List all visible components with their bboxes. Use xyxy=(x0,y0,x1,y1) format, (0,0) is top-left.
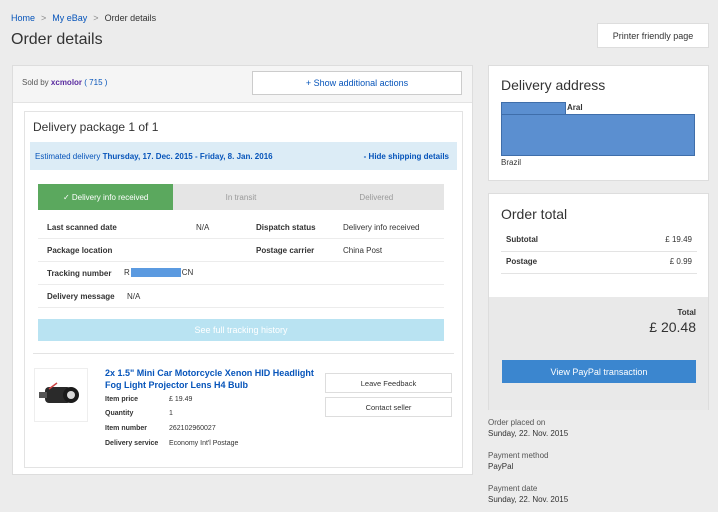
seller-bar: Sold by xcmolor ( 715 ) + Show additiona… xyxy=(13,66,472,103)
total-label: Total xyxy=(677,308,696,317)
order-total-card: Order total Subtotal £ 19.49 Postage £ 0… xyxy=(488,193,709,410)
bulb-image xyxy=(39,382,79,403)
package-title: Delivery package 1 of 1 xyxy=(33,120,159,134)
last-scanned-label: Last scanned date xyxy=(47,223,117,232)
contact-seller-button[interactable]: Contact seller xyxy=(325,397,452,417)
delivery-address-card: Delivery address Aral Brazil xyxy=(488,65,709,181)
postage-value: £ 0.99 xyxy=(669,257,692,266)
item-price: Item price £ 19.49 xyxy=(105,396,192,403)
total-value: £ 20.48 xyxy=(649,319,696,335)
sold-by-label: Sold by xyxy=(22,78,49,87)
view-paypal-transaction-button[interactable]: View PayPal transaction xyxy=(502,360,696,383)
order-placed-label: Order placed on xyxy=(488,418,546,427)
item-number-label: Item number xyxy=(105,425,148,432)
postage-carrier-value: China Post xyxy=(343,246,383,255)
tracking-number-suffix: CN xyxy=(181,268,194,277)
payment-date-value: Sunday, 22. Nov. 2015 xyxy=(488,495,569,504)
item-price-label: Item price xyxy=(105,396,139,403)
estimated-delivery-dates: Thursday, 17. Dec. 2015 - Friday, 8. Jan… xyxy=(102,152,273,161)
postage-carrier-label: Postage carrier xyxy=(256,246,315,255)
hide-shipping-details-link[interactable]: - Hide shipping details xyxy=(364,152,449,161)
package-location-label: Package location xyxy=(47,246,113,255)
order-card: Sold by xcmolor ( 715 ) + Show additiona… xyxy=(12,65,473,475)
step-in-transit: In transit xyxy=(225,192,257,202)
delivery-service-label: Delivery service xyxy=(105,440,159,447)
payment-method-label: Payment method xyxy=(488,451,549,460)
item-number: Item number 262102960027 xyxy=(105,425,216,432)
redacted-block xyxy=(501,114,695,156)
delivery-message-value: N/A xyxy=(127,292,141,301)
total-section: Total £ 20.48 View PayPal transaction xyxy=(489,297,708,410)
order-placed: Order placed on Sunday, 22. Nov. 2015 xyxy=(488,417,568,439)
step-delivered: Delivered xyxy=(359,192,394,202)
tracking-progress: ✓ Delivery info received In transit Deli… xyxy=(38,184,444,210)
payment-method: Payment method PayPal xyxy=(488,450,548,472)
payment-date-label: Payment date xyxy=(488,484,538,493)
item-number-value: 262102960027 xyxy=(169,425,216,432)
item-delivery-service: Delivery service Economy Int'l Postage xyxy=(105,440,238,447)
address-name: Aral xyxy=(567,103,583,112)
payment-date: Payment date Sunday, 22. Nov. 2015 xyxy=(488,483,568,505)
estimated-delivery-label: Estimated delivery xyxy=(35,152,101,161)
subtotal-row: Subtotal £ 19.49 xyxy=(501,229,697,252)
delivery-message-label: Delivery message xyxy=(47,292,115,301)
estimated-delivery: Estimated delivery Thursday, 17. Dec. 20… xyxy=(35,152,273,161)
breadcrumb-home[interactable]: Home xyxy=(11,13,35,23)
leave-feedback-button[interactable]: Leave Feedback xyxy=(325,373,452,393)
step-delivery-info-received: ✓ Delivery info received xyxy=(38,184,174,210)
sold-by: Sold by xcmolor ( 715 ) xyxy=(22,78,107,87)
tracking-number-prefix: R xyxy=(124,268,130,277)
details-row: Last scanned date N/A Dispatch status De… xyxy=(38,216,444,239)
last-scanned-value: N/A xyxy=(196,223,210,232)
item-thumbnail[interactable] xyxy=(34,368,88,422)
tracking-number-value: R CN xyxy=(124,268,194,278)
item-quantity-label: Quantity xyxy=(105,410,134,417)
details-row: Package location Postage carrier China P… xyxy=(38,239,444,262)
estimated-delivery-bar: Estimated delivery Thursday, 17. Dec. 20… xyxy=(30,142,457,170)
show-additional-actions-button[interactable]: + Show additional actions xyxy=(252,71,462,95)
details-row: Tracking number R CN xyxy=(38,262,444,285)
redacted-block xyxy=(130,268,181,278)
details-row: Delivery message N/A xyxy=(38,285,444,308)
item-title-link[interactable]: 2x 1.5" Mini Car Motorcycle Xenon HID He… xyxy=(105,367,315,391)
delivery-address-title: Delivery address xyxy=(501,77,606,93)
breadcrumb-current: Order details xyxy=(104,13,157,23)
delivery-package: Delivery package 1 of 1 Estimated delive… xyxy=(24,111,463,468)
item-quantity: Quantity 1 xyxy=(105,410,173,417)
breadcrumb-separator: > xyxy=(93,13,99,23)
shipping-details: Last scanned date N/A Dispatch status De… xyxy=(38,216,444,308)
see-full-tracking-history-button[interactable]: See full tracking history xyxy=(38,319,444,341)
divider xyxy=(33,353,454,354)
seller-name-link[interactable]: xcmolor xyxy=(51,78,82,87)
delivery-service-value: Economy Int'l Postage xyxy=(169,440,239,447)
payment-method-value: PayPal xyxy=(488,462,514,471)
seller-score-link[interactable]: ( 715 ) xyxy=(84,78,107,87)
breadcrumb-my-ebay[interactable]: My eBay xyxy=(52,13,87,23)
tracking-number-label: Tracking number xyxy=(47,269,112,278)
postage-row: Postage £ 0.99 xyxy=(501,251,697,274)
postage-label: Postage xyxy=(506,257,538,266)
breadcrumb: Home > My eBay > Order details xyxy=(11,13,156,23)
subtotal-label: Subtotal xyxy=(506,235,538,244)
item-price-value: £ 19.49 xyxy=(169,396,193,403)
dispatch-status-label: Dispatch status xyxy=(256,223,316,232)
item-quantity-value: 1 xyxy=(169,410,173,417)
breadcrumb-separator: > xyxy=(41,13,47,23)
address-country: Brazil xyxy=(501,158,522,167)
order-placed-value: Sunday, 22. Nov. 2015 xyxy=(488,429,569,438)
page-title: Order details xyxy=(11,31,103,48)
subtotal-value: £ 19.49 xyxy=(665,235,692,244)
dispatch-status-value: Delivery info received xyxy=(343,223,420,232)
printer-friendly-button[interactable]: Printer friendly page xyxy=(597,23,709,48)
order-total-title: Order total xyxy=(501,206,568,222)
